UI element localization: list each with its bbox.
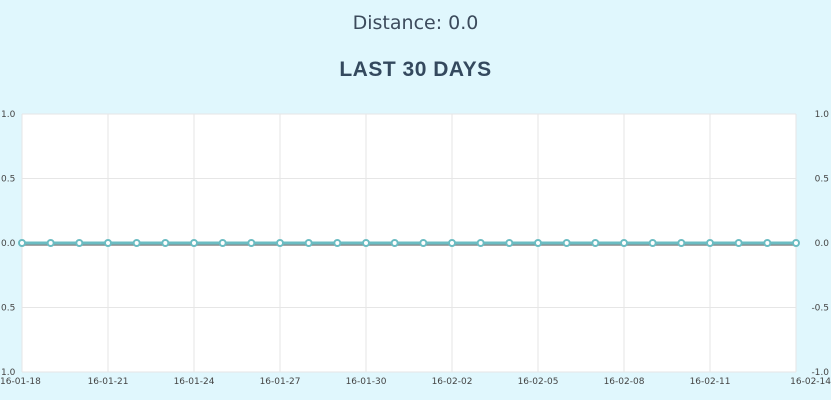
- x-tick-label: 16-01-30: [346, 377, 387, 387]
- data-point: [448, 239, 456, 247]
- y-tick-label-right: 0.5: [815, 175, 829, 185]
- data-point: [218, 239, 227, 247]
- data-point: [333, 239, 342, 247]
- y-tick-label-right: -0.5: [811, 304, 829, 314]
- x-tick-label: 16-02-05: [518, 377, 559, 387]
- data-point: [648, 239, 657, 247]
- data-point: [591, 239, 600, 247]
- y-tick-label-left: 0.5: [1, 175, 15, 185]
- data-point: [304, 239, 313, 247]
- y-tick-label-left: 0.5: [1, 304, 15, 314]
- x-tick-label: 16-01-27: [260, 377, 301, 387]
- data-point: [362, 239, 370, 247]
- y-tick-label-right: 1.0: [815, 110, 830, 120]
- x-tick-label: 16-02-14: [790, 377, 831, 387]
- x-tick-label: 16-01-21: [88, 377, 129, 387]
- data-point: [562, 239, 571, 247]
- data-point: [792, 239, 800, 247]
- data-point: [734, 239, 743, 247]
- data-point: [46, 239, 55, 247]
- data-point: [132, 239, 141, 247]
- x-tick-label: 16-02-08: [604, 377, 645, 387]
- data-point: [247, 239, 256, 247]
- data-point: [706, 239, 714, 247]
- x-tick-label: 16-02-11: [690, 377, 731, 387]
- x-tick-label: 16-01-24: [174, 377, 215, 387]
- data-point: [419, 239, 428, 247]
- data-point: [620, 239, 628, 247]
- data-point: [161, 239, 170, 247]
- data-point: [390, 239, 399, 247]
- data-point: [276, 239, 284, 247]
- y-tick-label-right: 0.0: [815, 239, 830, 249]
- data-point: [18, 239, 26, 247]
- data-point: [677, 239, 686, 247]
- data-point: [75, 239, 84, 247]
- distance-line-chart: 1.00.50.00.51.01.00.50.0-0.5-1.016-01-18…: [0, 110, 831, 387]
- data-point: [763, 239, 772, 247]
- y-tick-label-left: 0.0: [1, 239, 16, 249]
- x-tick-label: 16-02-02: [432, 377, 473, 387]
- data-point: [476, 239, 485, 247]
- data-point: [190, 239, 198, 247]
- y-tick-label-left: 1.0: [1, 110, 16, 120]
- data-point: [534, 239, 542, 247]
- data-point: [505, 239, 514, 247]
- data-point: [104, 239, 112, 247]
- x-tick-label: 16-01-18: [0, 377, 41, 387]
